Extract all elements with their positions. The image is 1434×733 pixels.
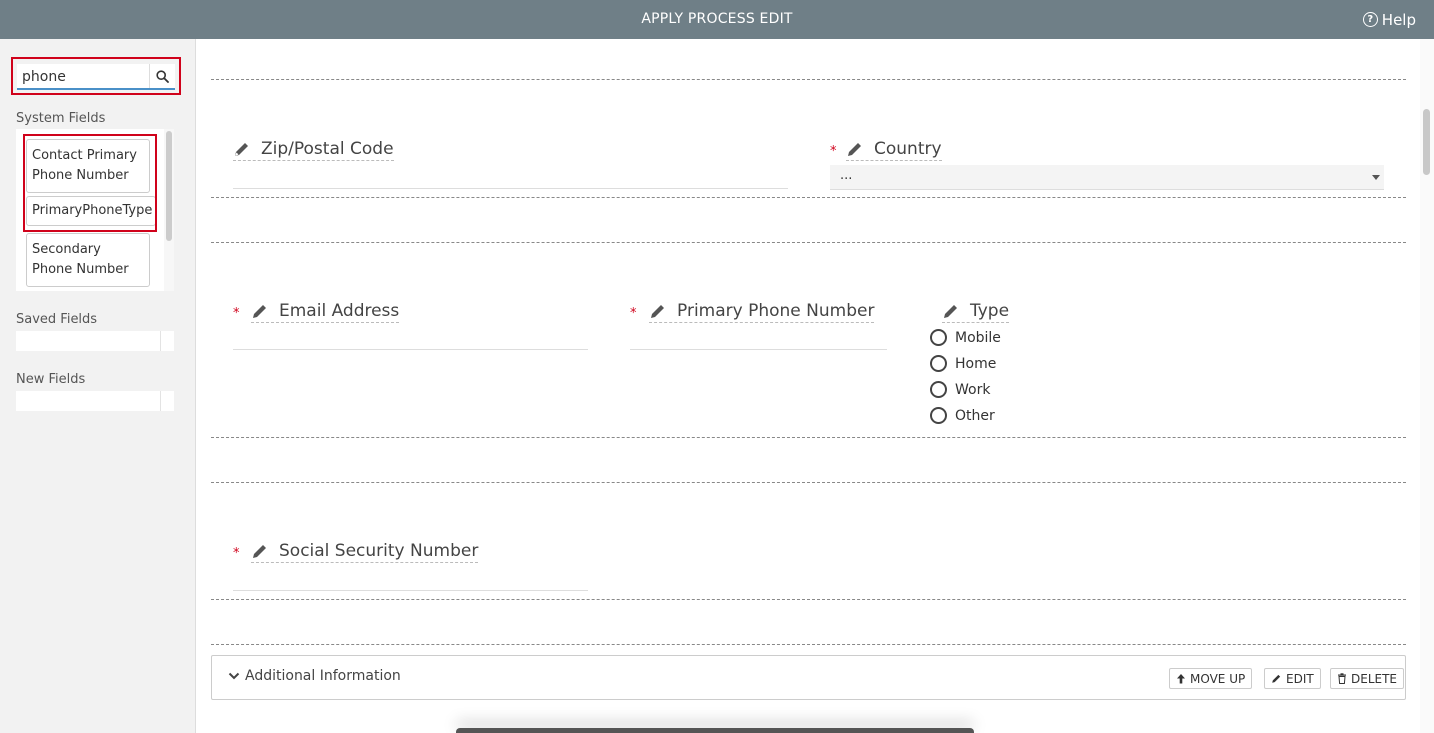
pencil-icon[interactable]: [251, 542, 269, 560]
system-fields-list: Contact Primary Phone Number PrimaryPhon…: [16, 129, 174, 291]
delete-label: DELETE: [1351, 671, 1398, 686]
row-divider: [211, 644, 1406, 645]
help-label: Help: [1381, 10, 1416, 29]
country-select[interactable]: ...: [830, 165, 1384, 190]
help-button[interactable]: ? Help: [1362, 0, 1416, 39]
top-bar: APPLY PROCESS EDIT ? Help: [0, 0, 1434, 39]
pencil-icon[interactable]: [251, 302, 269, 320]
trash-icon: [1338, 673, 1346, 684]
primary-phone-field-label[interactable]: Primary Phone Number: [649, 301, 875, 323]
country-select-value: ...: [840, 168, 853, 183]
type-label-text: Type: [970, 301, 1010, 321]
new-fields-list: [16, 391, 174, 411]
additional-info-section: Additional Information MOVE UP EDIT DELE…: [211, 655, 1406, 700]
row-divider: [211, 242, 1406, 243]
row-divider: [211, 197, 1406, 198]
primary-phone-input[interactable]: [630, 349, 887, 350]
edit-button[interactable]: EDIT: [1264, 668, 1321, 689]
saved-fields-list: [16, 331, 174, 351]
system-field-secondary-phone[interactable]: Secondary Phone Number: [26, 233, 150, 287]
search-button[interactable]: [149, 64, 175, 88]
page-scroll-thumb[interactable]: [1423, 109, 1430, 175]
type-field-label[interactable]: Type: [942, 301, 1010, 323]
radio-circle[interactable]: [930, 329, 947, 346]
email-label-text: Email Address: [279, 301, 400, 321]
fields-scroll-thumb[interactable]: [166, 131, 172, 241]
system-fields-label: System Fields: [16, 111, 106, 126]
radio-circle[interactable]: [930, 407, 947, 424]
ssn-label-text: Social Security Number: [279, 541, 479, 561]
radio-mobile[interactable]: Mobile: [930, 329, 1001, 346]
additional-info-title: Additional Information: [245, 668, 401, 684]
country-label-text: Country: [874, 139, 942, 159]
page-title: APPLY PROCESS EDIT: [641, 11, 793, 27]
radio-work[interactable]: Work: [930, 381, 990, 398]
field-sidebar: System Fields Contact Primary Phone Numb…: [0, 39, 196, 733]
row-divider: [211, 599, 1406, 600]
pencil-icon: [1272, 674, 1281, 683]
new-fields-label: New Fields: [16, 372, 86, 387]
radio-label: Work: [955, 381, 991, 398]
ssn-field-label[interactable]: Social Security Number: [251, 541, 479, 563]
move-up-label: MOVE UP: [1190, 671, 1246, 686]
radio-other[interactable]: Other: [930, 407, 995, 424]
pencil-icon[interactable]: [942, 302, 960, 320]
arrow-up-icon: [1177, 674, 1185, 684]
email-required-mark: *: [233, 306, 240, 321]
fields-scrollbar[interactable]: [164, 129, 174, 291]
ssn-required-mark: *: [233, 546, 240, 561]
row-divider: [211, 79, 1406, 80]
pencil-icon[interactable]: [649, 302, 667, 320]
zip-label-text: Zip/Postal Code: [261, 139, 394, 159]
phone-required-mark: *: [630, 306, 637, 321]
radio-circle[interactable]: [930, 381, 947, 398]
move-up-button[interactable]: MOVE UP: [1169, 668, 1253, 689]
pencil-icon[interactable]: [846, 140, 864, 158]
search-field: [17, 64, 175, 90]
primary-phone-label-text: Primary Phone Number: [677, 301, 875, 321]
zip-field-label[interactable]: Zip/Postal Code: [233, 139, 394, 161]
radio-label: Mobile: [955, 329, 1001, 346]
pencil-icon[interactable]: [233, 140, 251, 158]
form-canvas: Zip/Postal Code * Country ... * Email Ad…: [196, 39, 1434, 733]
row-divider: [211, 482, 1406, 483]
search-input[interactable]: [22, 67, 147, 87]
row-divider: [211, 437, 1406, 438]
radio-circle[interactable]: [930, 355, 947, 372]
zip-input[interactable]: [233, 188, 788, 189]
chevron-down-icon: [1372, 175, 1380, 180]
bottom-toolbar-edge: [456, 728, 974, 733]
radio-label: Other: [955, 407, 995, 424]
ssn-input[interactable]: [233, 590, 588, 591]
edit-label: EDIT: [1286, 671, 1314, 686]
delete-button[interactable]: DELETE: [1330, 668, 1405, 689]
email-input[interactable]: [233, 349, 588, 350]
chevron-down-icon: [228, 672, 240, 680]
radio-label: Home: [955, 355, 997, 372]
additional-info-toggle[interactable]: Additional Information: [228, 668, 401, 684]
fields-highlight: [23, 134, 157, 232]
search-icon: [156, 69, 169, 83]
saved-fields-label: Saved Fields: [16, 312, 98, 327]
search-highlight: [11, 57, 181, 95]
country-required-mark: *: [830, 144, 837, 159]
country-field-label[interactable]: Country: [846, 139, 942, 161]
radio-home[interactable]: Home: [930, 355, 996, 372]
help-icon: ?: [1362, 12, 1378, 27]
email-field-label[interactable]: Email Address: [251, 301, 400, 323]
page-scrollbar[interactable]: [1420, 39, 1434, 733]
